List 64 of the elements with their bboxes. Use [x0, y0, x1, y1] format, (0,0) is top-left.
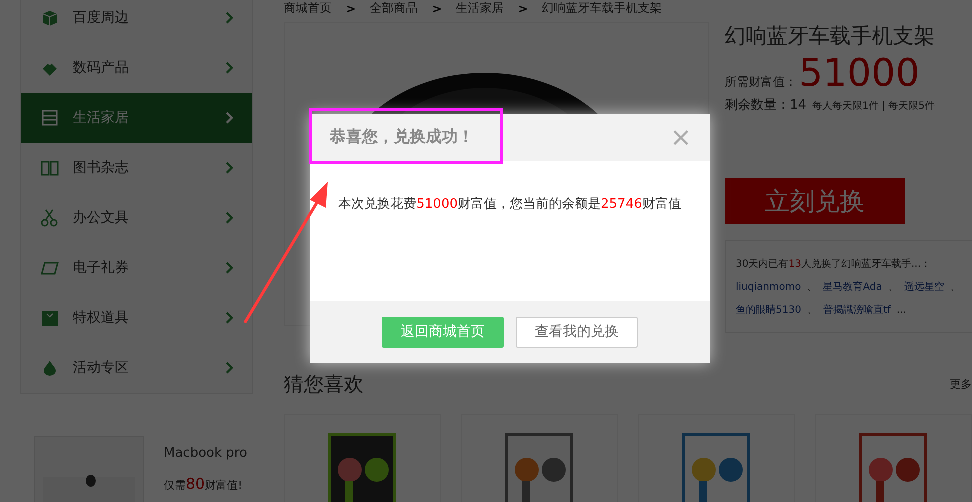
section-title: 猜您喜欢 [284, 371, 364, 398]
category-label: 图书杂志 [73, 159, 130, 177]
product-title: 幻响蓝牙车载手机支架 [725, 23, 936, 50]
chevron-icon [226, 12, 234, 24]
chevron-icon [226, 362, 234, 374]
category-item[interactable]: 特权道具 [21, 293, 252, 343]
breadcrumb-separator: > [518, 2, 528, 16]
separator-text: 、 [807, 304, 818, 318]
category-item[interactable]: 电子礼券 [21, 243, 252, 293]
chevron-icon [226, 212, 234, 224]
chevron-icon [226, 162, 234, 174]
dialog-title: 恭喜您，兑换成功！ [330, 127, 474, 148]
category-item[interactable]: 生活家居 [21, 93, 252, 143]
breadcrumb-link[interactable]: 生活家居 [456, 0, 504, 17]
limit-text: 每人每天限1件 | 每天限5件 [812, 100, 935, 113]
box-icon [41, 9, 59, 27]
breadcrumb-link[interactable]: 商城首页 [284, 0, 332, 17]
close-button[interactable]: × [670, 124, 692, 150]
category-item[interactable]: 图书杂志 [21, 143, 252, 193]
bag-icon [41, 309, 59, 327]
redeem-button[interactable]: 立刻兑换 [725, 178, 905, 224]
breadcrumb-separator: > [432, 2, 442, 16]
recent-text: 30天内已有13人兑换了幻响蓝牙车载手...： [736, 258, 932, 272]
category-item[interactable]: 数码产品 [21, 43, 252, 93]
price-label: 所需财富值： [725, 74, 797, 91]
home-button[interactable]: 返回商城首页 [382, 316, 504, 348]
drop-icon [41, 359, 59, 377]
category-label: 活动专区 [73, 359, 130, 377]
user-link[interactable]: 星马教育Ada [823, 276, 882, 299]
category-label: 生活家居 [73, 109, 130, 127]
separator-text: 、 [807, 281, 818, 295]
book-icon [41, 159, 59, 177]
price-value: 51000 [799, 54, 920, 92]
category-label: 电子礼券 [73, 259, 130, 277]
view-button[interactable]: 查看我的兑换 [516, 316, 638, 348]
promo-price: 仅需80财富值! [164, 475, 244, 493]
chevron-icon [226, 112, 234, 124]
ellipsis-text: ... [896, 304, 906, 318]
stock-text: 剩余数量：14 [725, 97, 807, 114]
user-link[interactable]: 普揭識滂嗆直tf [823, 299, 891, 322]
separator-text: 、 [950, 281, 960, 295]
breadcrumb-link[interactable]: 全部商品 [370, 0, 418, 17]
category-label: 百度周边 [73, 9, 130, 27]
category-label: 办公文具 [73, 209, 130, 227]
promo-title: Macbook pro [164, 446, 248, 461]
chevron-icon [226, 262, 234, 274]
list-icon [41, 109, 59, 127]
dialog-message: 本次兑换花费51000财富值，您当前的余额是25746财富值 [338, 196, 682, 214]
more-link[interactable]: 更多 [950, 377, 972, 392]
separator-text: 、 [888, 281, 898, 295]
user-link[interactable]: 遥远星空 [904, 276, 944, 299]
category-label: 数码产品 [73, 59, 130, 77]
user-link[interactable]: 鱼的眼睛5130 [736, 299, 802, 322]
category-item[interactable]: 办公文具 [21, 193, 252, 243]
chevron-icon [226, 62, 234, 74]
scissors-icon [41, 209, 59, 227]
breadcrumb-separator: > [346, 2, 356, 16]
category-label: 特权道具 [73, 309, 130, 327]
user-link[interactable]: liuqianmomo [736, 276, 802, 299]
category-item[interactable]: 百度周边 [21, 0, 252, 43]
chevron-icon [226, 312, 234, 324]
breadcrumb-link[interactable]: 幻响蓝牙车载手机支架 [542, 0, 662, 17]
tag-icon [41, 59, 59, 77]
category-item[interactable]: 活动专区 [21, 343, 252, 393]
